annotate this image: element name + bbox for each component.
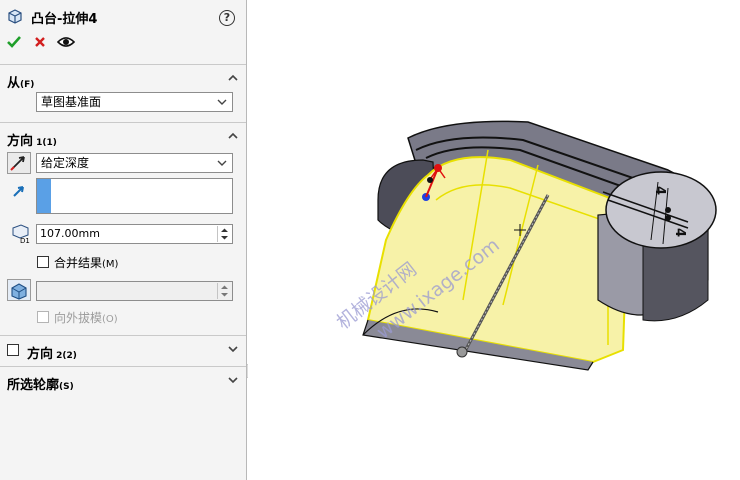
graphics-viewport[interactable]: 4 4 机械设计网 www.ixage.com: [248, 0, 740, 480]
depth-spinner[interactable]: [217, 226, 231, 242]
cancel-button[interactable]: [31, 34, 49, 52]
property-manager-panel: 凸台-拉伸4 ? 从(F) 草图基准面 方向 1(1) 给定深度 D1 107.…: [0, 0, 247, 480]
section-direction2-header[interactable]: 方向 2(2): [0, 339, 246, 362]
reverse-direction-button[interactable]: [7, 152, 31, 174]
svg-text:D1: D1: [20, 237, 30, 244]
merge-result-checkbox[interactable]: [37, 256, 49, 268]
direction1-shortcut: (1): [42, 138, 57, 148]
start-condition-select[interactable]: 草图基准面: [36, 92, 233, 112]
direction2-number: 2: [53, 351, 63, 361]
direction2-label: 方向: [27, 347, 54, 362]
depth-value: 107.00mm: [40, 227, 100, 240]
selected-contours-shortcut: (S): [59, 382, 74, 392]
divider: [0, 366, 246, 367]
divider: [0, 122, 246, 123]
chevron-up-icon[interactable]: [226, 129, 240, 143]
end-condition-value: 给定深度: [41, 156, 90, 170]
draft-angle-spinner[interactable]: [217, 283, 231, 299]
start-condition-value: 草图基准面: [41, 95, 102, 109]
direction1-label: 方向: [7, 134, 34, 149]
section-selected-contours-header[interactable]: 所选轮廓(S): [0, 370, 246, 393]
depth-input[interactable]: 107.00mm: [36, 224, 233, 244]
chevron-down-icon: [217, 99, 227, 105]
dimension-label-b[interactable]: 4: [672, 228, 687, 237]
direction2-checkbox[interactable]: [7, 344, 19, 356]
chevron-down-icon: [217, 160, 227, 166]
direction-vector-icon: [13, 186, 24, 197]
selected-contours-label: 所选轮廓: [7, 378, 60, 393]
draft-outward-shortcut: (O): [102, 314, 118, 325]
section-from-header[interactable]: 从(F): [0, 68, 246, 91]
merge-result-label: 合并结果: [54, 256, 103, 270]
spinner-arrows-icon: [221, 285, 228, 297]
dimension-label-a[interactable]: 4: [652, 186, 667, 195]
reverse-direction-icon: [10, 156, 25, 171]
chevron-down-icon[interactable]: [226, 373, 240, 387]
merge-result-shortcut: (M): [102, 259, 119, 270]
draft-angle-input[interactable]: [36, 281, 233, 301]
draft-outward-checkbox[interactable]: [37, 311, 49, 323]
boss-extrude-icon: [8, 9, 22, 24]
section-from-shortcut: (F): [20, 80, 35, 90]
selection-focus-bar: [37, 179, 51, 213]
action-bar: [0, 32, 246, 54]
spinner-arrows-icon: [221, 228, 228, 240]
eye-icon: [56, 37, 76, 47]
close-icon: [35, 37, 45, 47]
ok-button[interactable]: [5, 34, 23, 52]
direction1-number: 1: [33, 138, 43, 148]
direction2-shortcut: (2): [62, 351, 77, 361]
help-button[interactable]: ?: [219, 10, 235, 26]
feature-title: 凸台-拉伸4: [31, 12, 98, 27]
depth-icon: D1: [12, 224, 30, 244]
draft-icon: [11, 283, 27, 300]
feature-header: 凸台-拉伸4 ?: [0, 4, 246, 28]
preview-button[interactable]: [56, 34, 76, 52]
draft-outward-label: 向外拔模: [54, 311, 103, 325]
model-view: 4 4 机械设计网 www.ixage.com: [333, 120, 717, 371]
section-from-label: 从: [7, 76, 21, 91]
direction-vector-selection[interactable]: [36, 178, 233, 214]
divider: [0, 335, 246, 336]
draft-toggle-button[interactable]: [7, 279, 31, 301]
divider: [0, 64, 246, 65]
chevron-down-icon[interactable]: [226, 342, 240, 356]
chevron-up-icon[interactable]: [226, 71, 240, 85]
checkmark-icon: [7, 36, 21, 48]
end-condition-select[interactable]: 给定深度: [36, 153, 233, 173]
section-direction1-header[interactable]: 方向 1(1): [0, 126, 246, 149]
cad-model: [362, 120, 717, 371]
